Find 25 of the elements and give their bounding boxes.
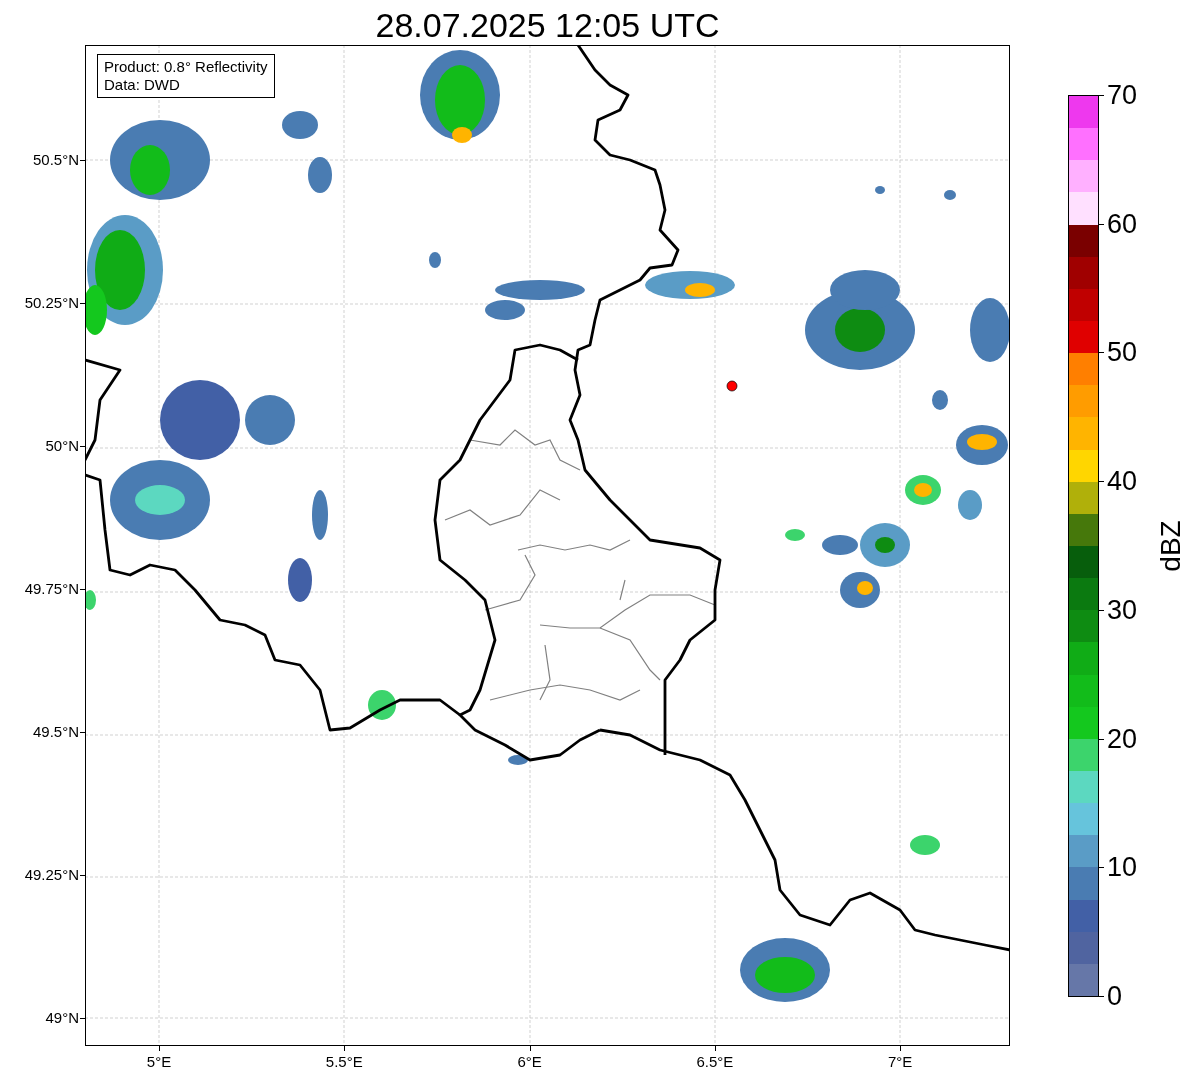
- latitude-label: 49.75°N: [24, 580, 79, 598]
- colorbar-tick-label: 10: [1107, 852, 1138, 883]
- colorbar-tick-label: 30: [1107, 594, 1138, 625]
- colorbar-tick-label: 60: [1107, 208, 1138, 239]
- colorbar-label: dBZ: [1154, 520, 1187, 572]
- radar-site-marker: [726, 380, 738, 392]
- longitude-label: 5.5°E: [324, 1053, 364, 1071]
- colorbar-tick-label: 50: [1107, 337, 1138, 368]
- legend-text: Data: DWD: [104, 76, 181, 94]
- colorbar-tick-label: 20: [1107, 723, 1138, 754]
- longitude-label: 5°E: [145, 1053, 173, 1071]
- colorbar-tick-label: 40: [1107, 466, 1138, 497]
- latitude-label: 49.5°N: [32, 723, 79, 741]
- latitude-label: 50°N: [45, 437, 79, 455]
- latitude-label: 49.25°N: [24, 866, 79, 884]
- latitude-label: 50.5°N: [32, 151, 79, 169]
- colorbar-tick-label: 0: [1107, 981, 1123, 1011]
- latitude-label: 49°N: [45, 1009, 79, 1027]
- chart-title: 28.07.2025 12:05 UTC: [374, 5, 721, 46]
- longitude-label: 6.5°E: [695, 1053, 735, 1071]
- longitude-label: 6°E: [516, 1053, 543, 1071]
- longitude-label: 7°E: [887, 1053, 914, 1071]
- legend-text: Product: 0.8° Reflectivity: [104, 58, 268, 76]
- latitude-label: 50.25°N: [24, 294, 79, 312]
- colorbar-tick-label: 70: [1107, 80, 1138, 110]
